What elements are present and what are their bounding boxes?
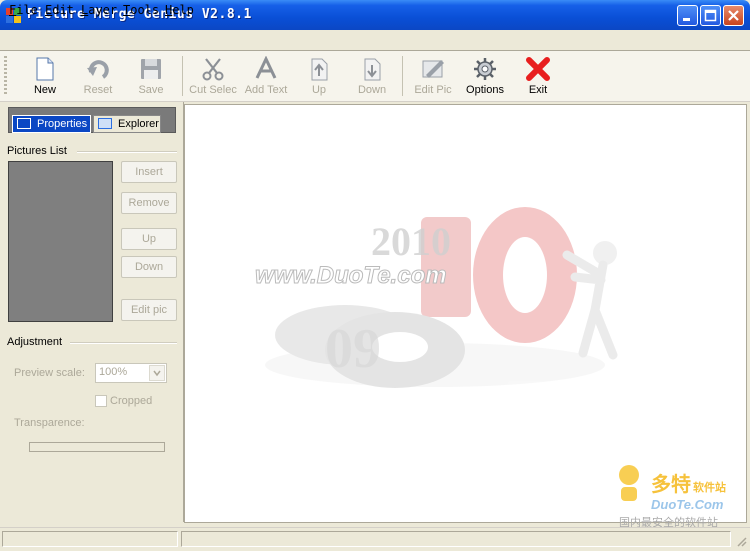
layer-down-label: Down — [357, 84, 387, 96]
site-watermark: www.DuoTe.com — [255, 262, 447, 289]
new-document-icon — [36, 57, 54, 81]
close-icon — [728, 10, 739, 21]
cropped-label: Cropped — [110, 395, 153, 407]
edit-pic-button[interactable]: Edit Pic — [406, 54, 460, 98]
edit-pic-side-button[interactable]: Edit pic — [121, 299, 177, 321]
edit-picture-icon — [422, 60, 444, 78]
layer-down-icon — [364, 58, 381, 81]
picture-down-button[interactable]: Down — [121, 256, 177, 278]
exit-x-icon — [526, 57, 550, 81]
preview-scale-label: Preview scale: — [14, 367, 85, 379]
reset-button[interactable]: Reset — [71, 54, 125, 98]
layer-up-label: Up — [311, 84, 327, 96]
menu-file-label: ile — [16, 3, 38, 17]
tab-explorer-label: Explorer — [118, 118, 159, 130]
menu-help-label: elp — [172, 3, 194, 17]
preview-scale-select[interactable]: 100% — [95, 363, 167, 383]
layer-up-icon — [311, 58, 328, 81]
close-button[interactable] — [723, 5, 744, 26]
menu-file[interactable]: File — [9, 3, 38, 17]
scissors-icon — [202, 58, 224, 81]
chevron-down-icon[interactable] — [149, 365, 165, 381]
tab-properties[interactable]: Properties — [12, 115, 91, 133]
toolbar-grip[interactable] — [4, 56, 7, 96]
properties-icon — [17, 118, 31, 129]
menu-edit-label: dit — [52, 3, 74, 17]
toolbar-separator — [402, 56, 403, 96]
menu-bar — [0, 30, 750, 50]
chevron-down-glyph — [153, 370, 161, 377]
year-top-text: 2010 — [371, 219, 451, 264]
logo-brand-cn-small: 软件站 — [693, 480, 726, 494]
options-button[interactable]: Options — [458, 54, 512, 98]
cut-select-button[interactable]: Cut Selec — [186, 54, 240, 98]
minimize-button[interactable] — [677, 5, 698, 26]
layer-down-button[interactable]: Down — [345, 54, 399, 98]
picture-up-button[interactable]: Up — [121, 228, 177, 250]
duote-logo: 多特 软件站 DuoTe.Com — [619, 465, 726, 512]
menu-layer-label: ayer — [88, 3, 118, 17]
save-icon — [141, 59, 161, 79]
cropped-checkbox[interactable] — [95, 395, 107, 407]
pictures-list-divider — [77, 151, 177, 153]
maximize-icon — [704, 9, 717, 22]
text-icon — [255, 56, 277, 79]
canvas-artwork: 2010 09 www.DuoTe.com 多特 软件站 DuoTe.Com — [255, 207, 726, 512]
edit-pic-label: Edit Pic — [414, 84, 452, 96]
exit-button[interactable]: Exit — [511, 54, 565, 98]
reset-icon — [87, 60, 109, 79]
minimize-icon — [683, 18, 690, 21]
add-text-label: Add Text — [244, 84, 288, 96]
logo-brand-en: DuoTe.Com — [651, 497, 724, 512]
layer-up-button[interactable]: Up — [292, 54, 346, 98]
transparence-label: Transparence: — [14, 417, 85, 429]
status-pane-main — [181, 531, 731, 547]
reset-label: Reset — [83, 84, 113, 96]
new-label: New — [33, 84, 56, 96]
insert-button[interactable]: Insert — [121, 161, 177, 183]
resize-grip-icon[interactable] — [735, 535, 747, 547]
menu-tools-label: ools — [130, 3, 160, 17]
options-label: Options — [466, 84, 504, 96]
toolbar-separator — [182, 56, 183, 96]
menu-layer[interactable]: Layer — [81, 3, 117, 17]
new-button[interactable]: New — [18, 54, 72, 98]
save-button[interactable]: Save — [124, 54, 178, 98]
explorer-icon — [98, 118, 112, 129]
remove-button[interactable]: Remove — [121, 192, 177, 214]
menu-tools[interactable]: Tools — [123, 3, 159, 17]
adjustment-label: Adjustment — [7, 336, 63, 348]
pictures-list-label: Pictures List — [7, 145, 67, 157]
adjustment-divider — [70, 342, 177, 344]
year-bottom-text: 09 — [325, 318, 381, 380]
gear-icon — [474, 58, 496, 80]
cut-select-label: Cut Selec — [189, 84, 237, 96]
pictures-list[interactable] — [8, 161, 113, 322]
exit-label: Exit — [528, 84, 548, 96]
tab-properties-label: Properties — [37, 118, 88, 130]
tab-explorer[interactable]: Explorer — [93, 115, 161, 133]
status-pane-left — [2, 531, 178, 547]
menu-help[interactable]: Help — [165, 3, 194, 17]
maximize-button[interactable] — [700, 5, 721, 26]
preview-scale-value: 100% — [99, 366, 128, 378]
menu-edit[interactable]: Edit — [45, 3, 74, 17]
logo-brand-cn: 多特 — [651, 472, 691, 496]
add-text-button[interactable]: Add Text — [239, 54, 293, 98]
save-label: Save — [138, 84, 164, 96]
transparence-slider[interactable] — [29, 442, 165, 452]
